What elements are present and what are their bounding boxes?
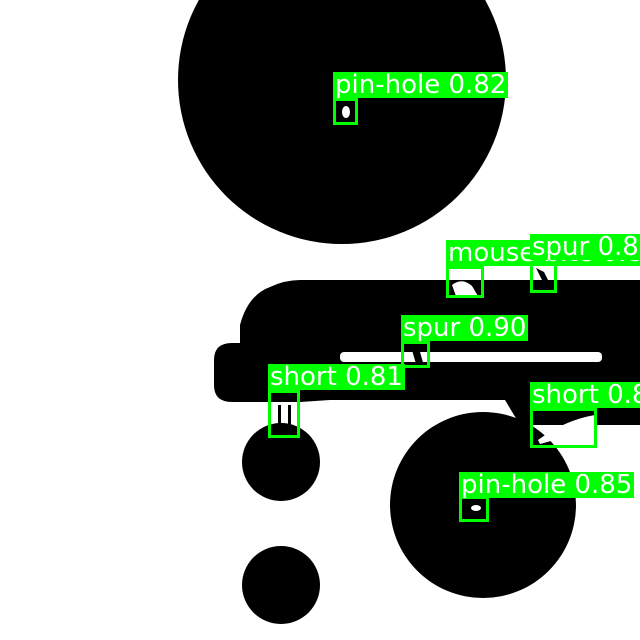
- detection-box-spur-center: [401, 341, 430, 368]
- pcb-circuit-image: [0, 0, 640, 640]
- detection-box-short-right: [530, 408, 597, 448]
- detection-label-short-right: short 0.87: [530, 382, 640, 408]
- detection-label-pin-hole-top: pin-hole 0.82: [333, 72, 509, 98]
- detection-label-pin-hole-bottom: pin-hole 0.85: [459, 472, 635, 498]
- copper-pad-small-bottom: [242, 546, 320, 624]
- pcb-inspection-image: pin-hole 0.82 mouse bite 0.86 spur 0.88 …: [0, 0, 640, 640]
- detection-label-spur-top-right: spur 0.88: [530, 234, 640, 260]
- detection-box-pin-hole-top: [333, 98, 358, 125]
- detection-box-short-left: [268, 390, 300, 438]
- detection-box-pin-hole-bottom: [459, 496, 489, 522]
- trace-gap: [340, 352, 602, 362]
- detection-label-short-left: short 0.81: [268, 364, 405, 390]
- detection-box-mouse-bite: [446, 266, 484, 298]
- detection-box-spur-top-right: [530, 263, 557, 293]
- detection-label-spur-center: spur 0.90: [401, 315, 529, 341]
